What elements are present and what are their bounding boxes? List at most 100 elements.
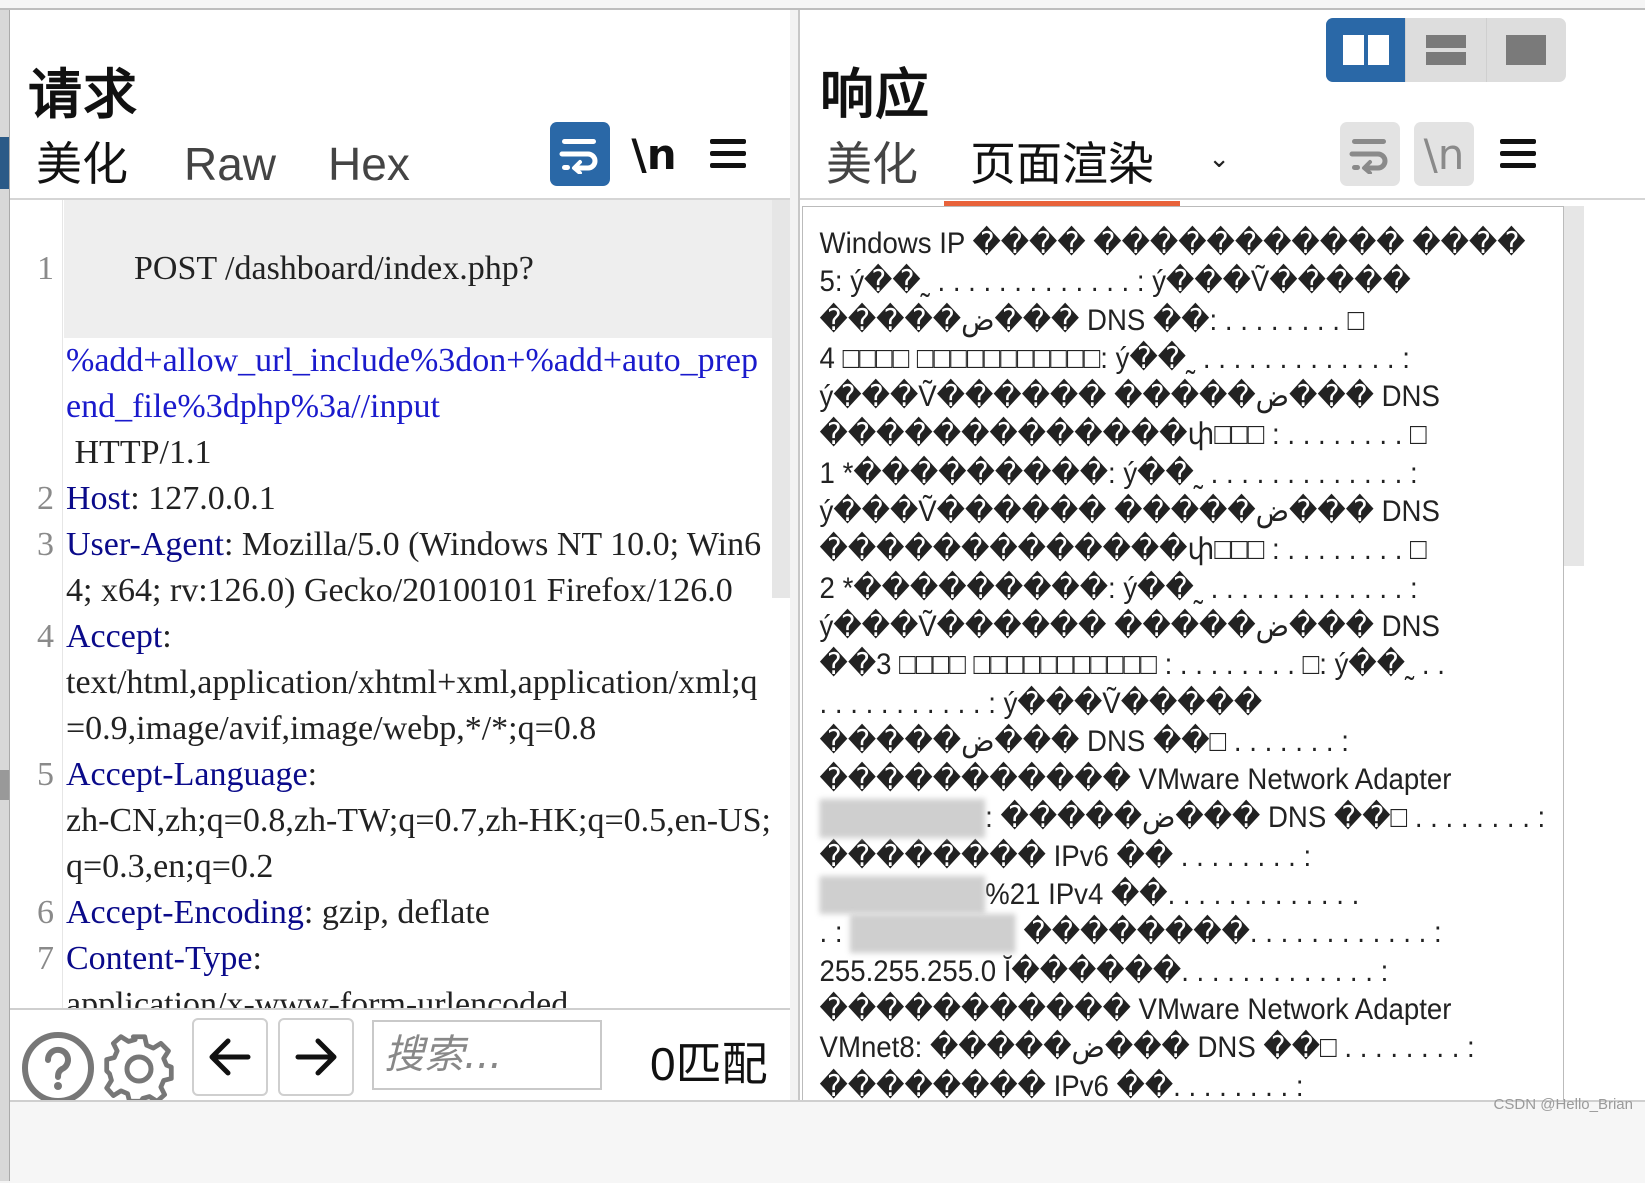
redacted-text: xxxxxxxxxxxx <box>819 876 986 915</box>
request-editor[interactable]: 1 POST /dashboard/index.php? %add+allow_u… <box>10 200 772 1008</box>
layout-single-button[interactable] <box>1487 18 1566 82</box>
search-prev-button[interactable] <box>192 1018 268 1096</box>
render-text-segment: ����������� VMware Network Adapter <box>819 992 1452 1026</box>
request-scrollbar[interactable] <box>772 200 790 598</box>
request-line-protocol: HTTP/1.1 <box>66 434 212 471</box>
show-newlines-button[interactable]: \n <box>624 122 684 186</box>
code-line-3: 3 User-Agent: Mozilla/5.0 (Windows NT 10.… <box>37 522 772 614</box>
tab-render-label: 页面渲染 <box>970 138 1154 190</box>
tab-raw[interactable]: Raw <box>158 136 302 200</box>
code-line-1: 1 POST /dashboard/index.php? <box>37 200 772 338</box>
hamburger-menu-icon <box>710 139 746 168</box>
header-key: Accept-Language <box>66 756 308 793</box>
background-window-edge <box>0 10 10 1181</box>
line-number: 1 <box>37 250 54 287</box>
wrap-lines-icon <box>1349 139 1388 174</box>
render-text-segment: ý���Ṽ������ �����ض��� DNS <box>819 609 1440 643</box>
render-line: 5: ý��˷ . . . . . . . . . . . . . : ý���… <box>819 263 1563 301</box>
render-text-segment: 2 *���������: ý��˷ . . . . . . . . . . .… <box>819 571 1418 605</box>
render-text-segment: �������������փ□□□ : . . . . . . . . □ <box>819 533 1427 567</box>
redacted-text: xxxxxxxxxxxx <box>819 799 986 838</box>
arrow-right-icon <box>295 1038 337 1076</box>
code-line-2: 2 Host: 127.0.0.1 <box>37 476 772 522</box>
render-text-segment: VMnet8: �����ض��� DNS ��□ . . . . . . . … <box>819 1031 1475 1065</box>
rows-layout-icon <box>1425 35 1466 65</box>
render-line: ý���Ṽ������ �����ض��� DNS <box>820 378 1563 416</box>
response-scrollbar[interactable] <box>1564 206 1584 566</box>
render-text-segment: ý���Ṽ������ �����ض��� DNS <box>819 495 1440 529</box>
render-line: ����������� VMware Network Adapter <box>819 991 1563 1029</box>
render-line: ý���Ṽ������ �����ض��� DNS <box>819 493 1563 531</box>
header-value: gzip, deflate <box>321 894 490 931</box>
line-number: 2 <box>37 480 54 517</box>
response-menu-button[interactable] <box>1488 122 1548 186</box>
render-line: . . . . . . . . . . . : ý���Ṽ����� <box>820 685 1563 723</box>
tab-hex[interactable]: Hex <box>302 136 436 200</box>
show-newlines-button[interactable]: \n <box>1414 122 1474 186</box>
code-line-5: 5 Accept-Language: zh-CN,zh;q=0.8,zh-TW;q… <box>37 752 772 890</box>
request-line-method-path: POST /dashboard/index.php? <box>134 250 534 287</box>
request-panel: 请求 美化 Raw Hex \n 1 POST /dashboard/index… <box>10 10 790 1160</box>
search-next-button[interactable] <box>278 1018 354 1096</box>
render-line: ��3 □□□□ □□□□□□□□□□□ : . . . . . . . . □… <box>819 646 1563 684</box>
render-text-segment: �������������փ□□□ : . . . . . . . . □ <box>819 418 1427 452</box>
wrap-lines-button[interactable] <box>1340 122 1400 186</box>
render-text-segment: 4 □□□□ □□□□□□□□□□□: ý��˷ . . . . . . . .… <box>819 341 1410 375</box>
search-input[interactable] <box>372 1020 602 1090</box>
chevron-down-icon[interactable]: ⌄ <box>1208 130 1230 186</box>
search-settings-button[interactable] <box>100 1030 176 1106</box>
line-number: 7 <box>37 940 54 977</box>
watermark: CSDN @Hello_Brian <box>1493 1096 1633 1113</box>
render-text-segment: �������� IPv6 ��. . . . . . . . : <box>819 1069 1304 1103</box>
render-line: �������������փ□□□ : . . . . . . . . □ <box>819 531 1563 569</box>
render-text-segment: %21 IPv4 ��. . . . . . . . . . . . . <box>985 878 1360 912</box>
render-line: xxxxxxxxxxxx: �����ض��� DNS ��□ . . . . … <box>819 799 1563 838</box>
render-line: ����������� VMware Network Adapter <box>819 761 1563 799</box>
panel-splitter[interactable] <box>790 10 798 1160</box>
request-title: 请求 <box>28 65 138 125</box>
hamburger-menu-icon <box>1500 139 1536 168</box>
layout-stacked-button[interactable] <box>1406 18 1487 82</box>
render-text-segment: ��3 □□□□ □□□□□□□□□□□ : . . . . . . . . □… <box>819 648 1445 682</box>
render-text-segment: Windows IP ���� ����������� ���� <box>819 227 1526 260</box>
request-toolbar: \n <box>550 122 758 186</box>
redacted-text: xxxxxxxxxxxx <box>850 914 1016 953</box>
tab-pretty[interactable]: 美化 <box>10 136 158 206</box>
render-text-segment: 255.255.255.0 Ĭ������. . . . . . . . . .… <box>819 954 1389 988</box>
rendered-page-text: Windows IP ���� ����������� ���� 5: ý��˷ … <box>803 207 1563 1106</box>
request-line-query: %add+allow_url_include%3don+%add+auto_pr… <box>66 342 759 425</box>
tab-pretty[interactable]: 美化 <box>800 136 944 200</box>
response-toolbar: \n <box>1340 122 1548 186</box>
render-text-segment: . : <box>819 916 851 950</box>
line-number: 6 <box>37 894 54 931</box>
newline-icon: \n <box>631 129 677 179</box>
gear-icon <box>104 1034 174 1104</box>
render-text-segment: �����ض��� DNS ��□ . . . . . . . : <box>819 724 1349 758</box>
help-button[interactable] <box>20 1030 96 1106</box>
wrap-lines-button[interactable] <box>550 122 610 186</box>
layout-side-by-side-button[interactable] <box>1326 18 1407 82</box>
render-line: xxxxxxxxxxxx%21 IPv4 ��. . . . . . . . .… <box>819 876 1563 915</box>
help-icon <box>22 1032 94 1104</box>
response-panel: 响应 美化 页面渲染 ⌄ \n Windows IP ���� ��������… <box>798 10 1645 1160</box>
render-line: Windows IP ���� ����������� ���� <box>819 225 1563 263</box>
render-text-segment: �������� IPv6 �� . . . . . . . . : <box>819 839 1312 873</box>
header-value: application/x-www-form-urlencoded <box>66 986 569 1008</box>
search-bar: 0匹配 <box>10 1008 790 1110</box>
request-tabs: 美化 Raw Hex <box>10 128 436 206</box>
render-line: 4 □□□□ □□□□□□□□□□□: ý��˷ . . . . . . . .… <box>819 340 1563 378</box>
request-menu-button[interactable] <box>698 122 758 186</box>
response-title: 响应 <box>820 65 930 125</box>
render-line: 255.255.255.0 Ĭ������. . . . . . . . . .… <box>819 953 1563 991</box>
render-line: . : xxxxxxxxxxxx ��������. . . . . . . .… <box>819 914 1563 953</box>
render-text-segment: ����������� VMware Network Adapter <box>819 763 1452 797</box>
code-line-4: 4 Accept: text/html,application/xhtml+xml… <box>37 614 772 752</box>
render-line: ý���Ṽ������ �����ض��� DNS <box>819 608 1563 646</box>
render-text-segment: 1 *���������: ý��˷ . . . . . . . . . . .… <box>819 456 1418 490</box>
rendered-page-view[interactable]: Windows IP ���� ����������� ���� 5: ý��˷ … <box>802 206 1564 1113</box>
newline-icon: \n <box>1423 129 1465 179</box>
header-key: Accept <box>66 618 163 655</box>
status-strip <box>10 1100 1645 1183</box>
tab-render[interactable]: 页面渲染 ⌄ <box>944 136 1230 206</box>
render-text-segment: 5: ý��˷ . . . . . . . . . . . . . : ý���… <box>819 265 1411 299</box>
